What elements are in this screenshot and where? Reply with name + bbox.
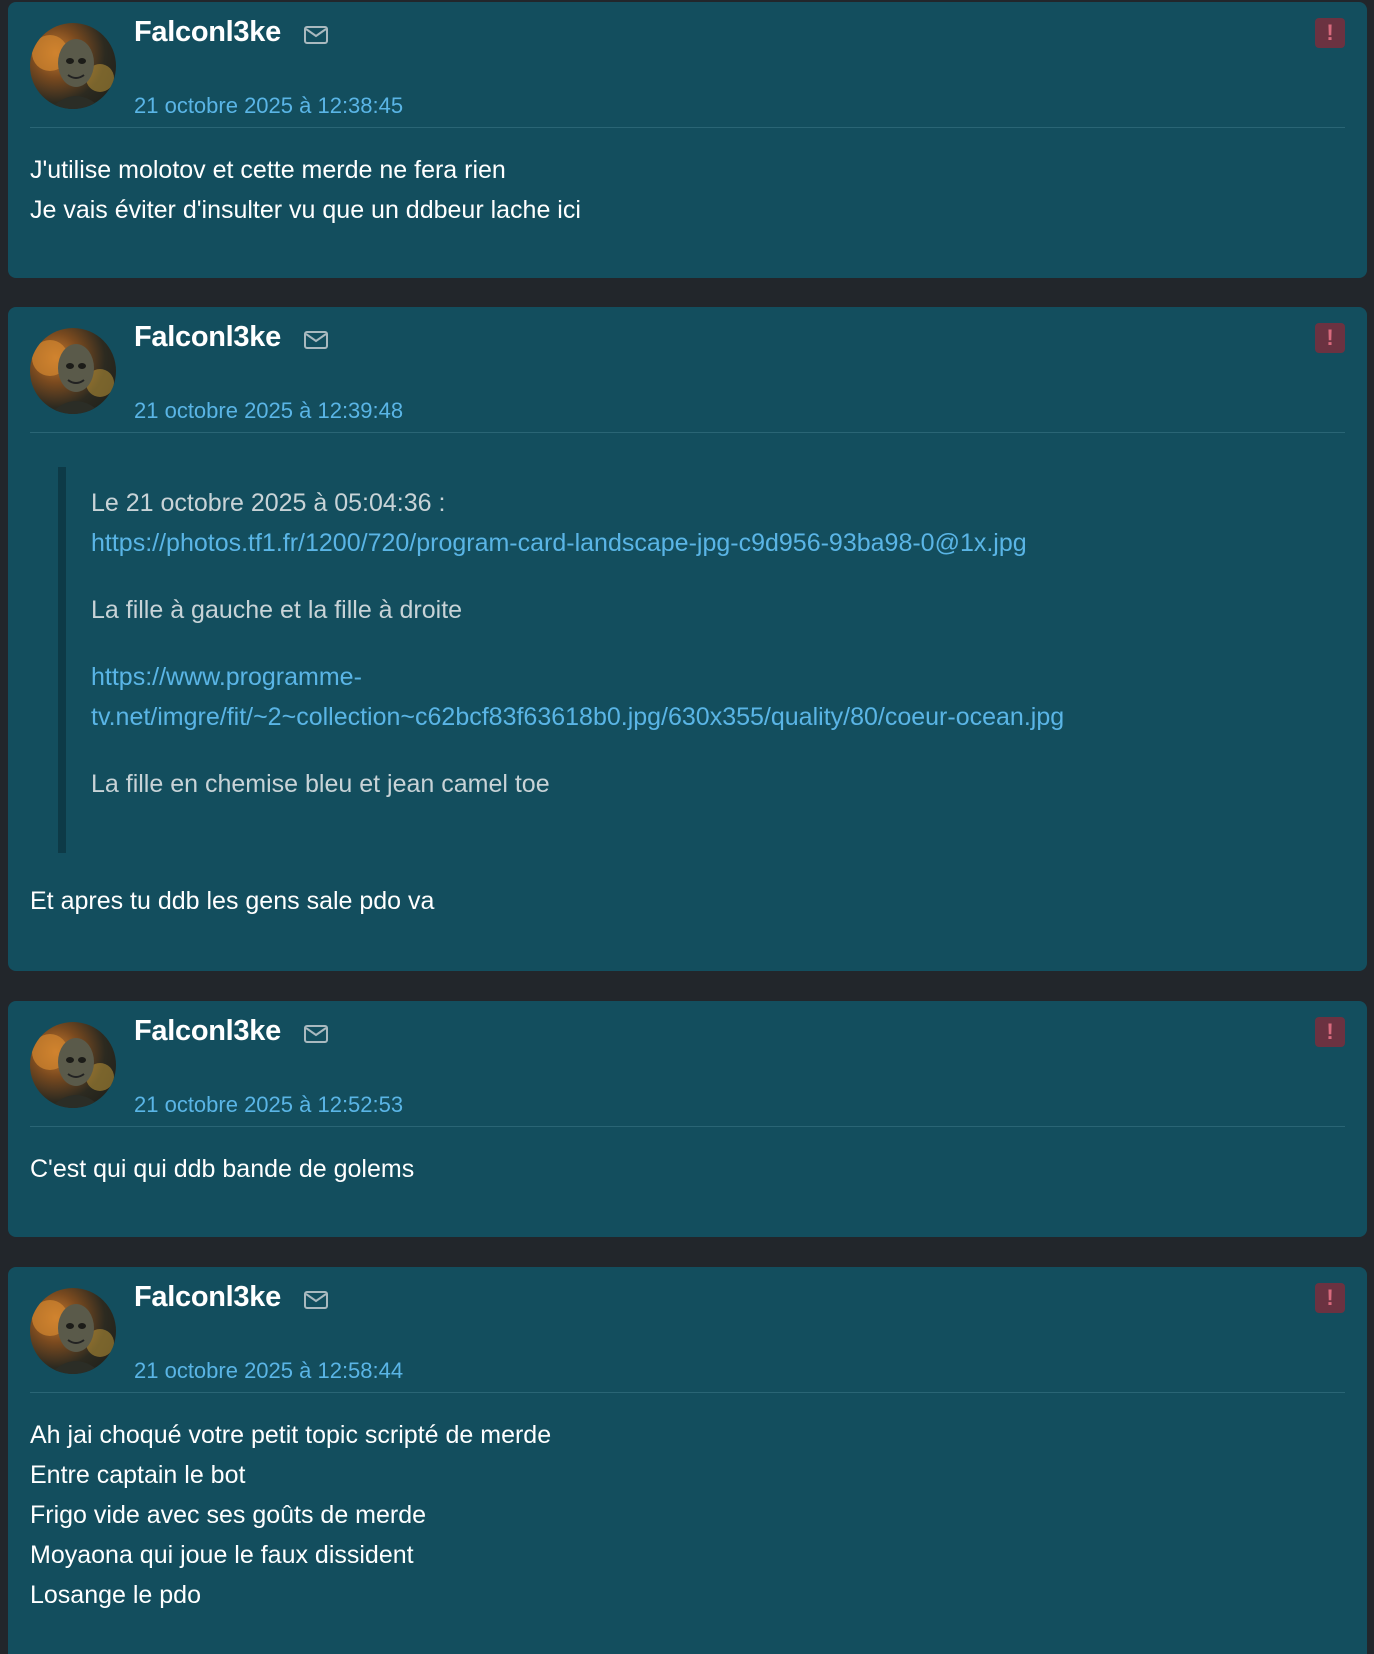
content-line: Frigo vide avec ses goûts de merde [30,1501,427,1529]
quote-text: La fille en chemise bleu et jean camel t… [91,770,550,798]
alert-icon[interactable]: ! [1315,1017,1345,1047]
content-line: Ah jai choqué votre petit topic scripté … [30,1421,552,1449]
quote-header: Le 21 octobre 2025 à 05:04:36 : [91,489,446,517]
post-content: C'est qui qui ddb bande de golems [30,1149,1345,1189]
content-line: J'utilise molotov et cette merde ne fera… [30,156,506,184]
avatar[interactable] [30,23,116,109]
quote-link[interactable]: tv.net/imgre/fit/~2~collection~c62bcf83f… [91,697,1064,737]
content-line: Moyaona qui joue le faux dissident [30,1541,414,1569]
avatar[interactable] [30,1022,116,1108]
divider [30,1392,1345,1393]
alert-icon[interactable]: ! [1315,1283,1345,1313]
avatar[interactable] [30,328,116,414]
username[interactable]: Falconl3ke [134,1015,281,1048]
post: Falconl3ke ! 21 octobre 2025 à 12:52:53 … [8,1001,1367,1237]
content-line: Entre captain le bot [30,1461,246,1489]
post-date[interactable]: 21 octobre 2025 à 12:38:45 [134,93,403,119]
content-line: Je vais éviter d'insulter vu que un ddbe… [30,196,581,224]
envelope-icon[interactable] [303,1023,329,1045]
post: Falconl3ke ! 21 octobre 2025 à 12:38:45 … [8,2,1367,278]
post: Falconl3ke ! 21 octobre 2025 à 12:39:48 … [8,307,1367,971]
avatar[interactable] [30,1288,116,1374]
post-content: J'utilise molotov et cette merde ne fera… [30,150,1345,230]
post-date[interactable]: 21 octobre 2025 à 12:58:44 [134,1358,403,1384]
username[interactable]: Falconl3ke [134,16,281,49]
content-line: Et apres tu ddb les gens sale pdo va [30,887,435,915]
post-date[interactable]: 21 octobre 2025 à 12:39:48 [134,398,403,424]
content-line: Losange le pdo [30,1581,201,1609]
divider [30,432,1345,433]
envelope-icon[interactable] [303,1289,329,1311]
post: Falconl3ke ! 21 octobre 2025 à 12:58:44 … [8,1267,1367,1654]
blockquote: Le 21 octobre 2025 à 05:04:36 : https://… [58,467,1308,853]
divider [30,1126,1345,1127]
divider [30,127,1345,128]
post-content: Et apres tu ddb les gens sale pdo va [30,881,1345,921]
envelope-icon[interactable] [303,24,329,46]
post-list: Falconl3ke ! 21 octobre 2025 à 12:38:45 … [0,0,1374,1654]
envelope-icon[interactable] [303,329,329,351]
username[interactable]: Falconl3ke [134,321,281,354]
content-line: C'est qui qui ddb bande de golems [30,1155,415,1183]
alert-icon[interactable]: ! [1315,323,1345,353]
quote-link[interactable]: https://photos.tf1.fr/1200/720/program-c… [91,523,1064,563]
post-content: Ah jai choqué votre petit topic scripté … [30,1415,1345,1615]
quote-text: La fille à gauche et la fille à droite [91,596,463,624]
quote-link[interactable]: https://www.programme- [91,657,1064,697]
post-date[interactable]: 21 octobre 2025 à 12:52:53 [134,1092,403,1118]
username[interactable]: Falconl3ke [134,1281,281,1314]
alert-icon[interactable]: ! [1315,18,1345,48]
